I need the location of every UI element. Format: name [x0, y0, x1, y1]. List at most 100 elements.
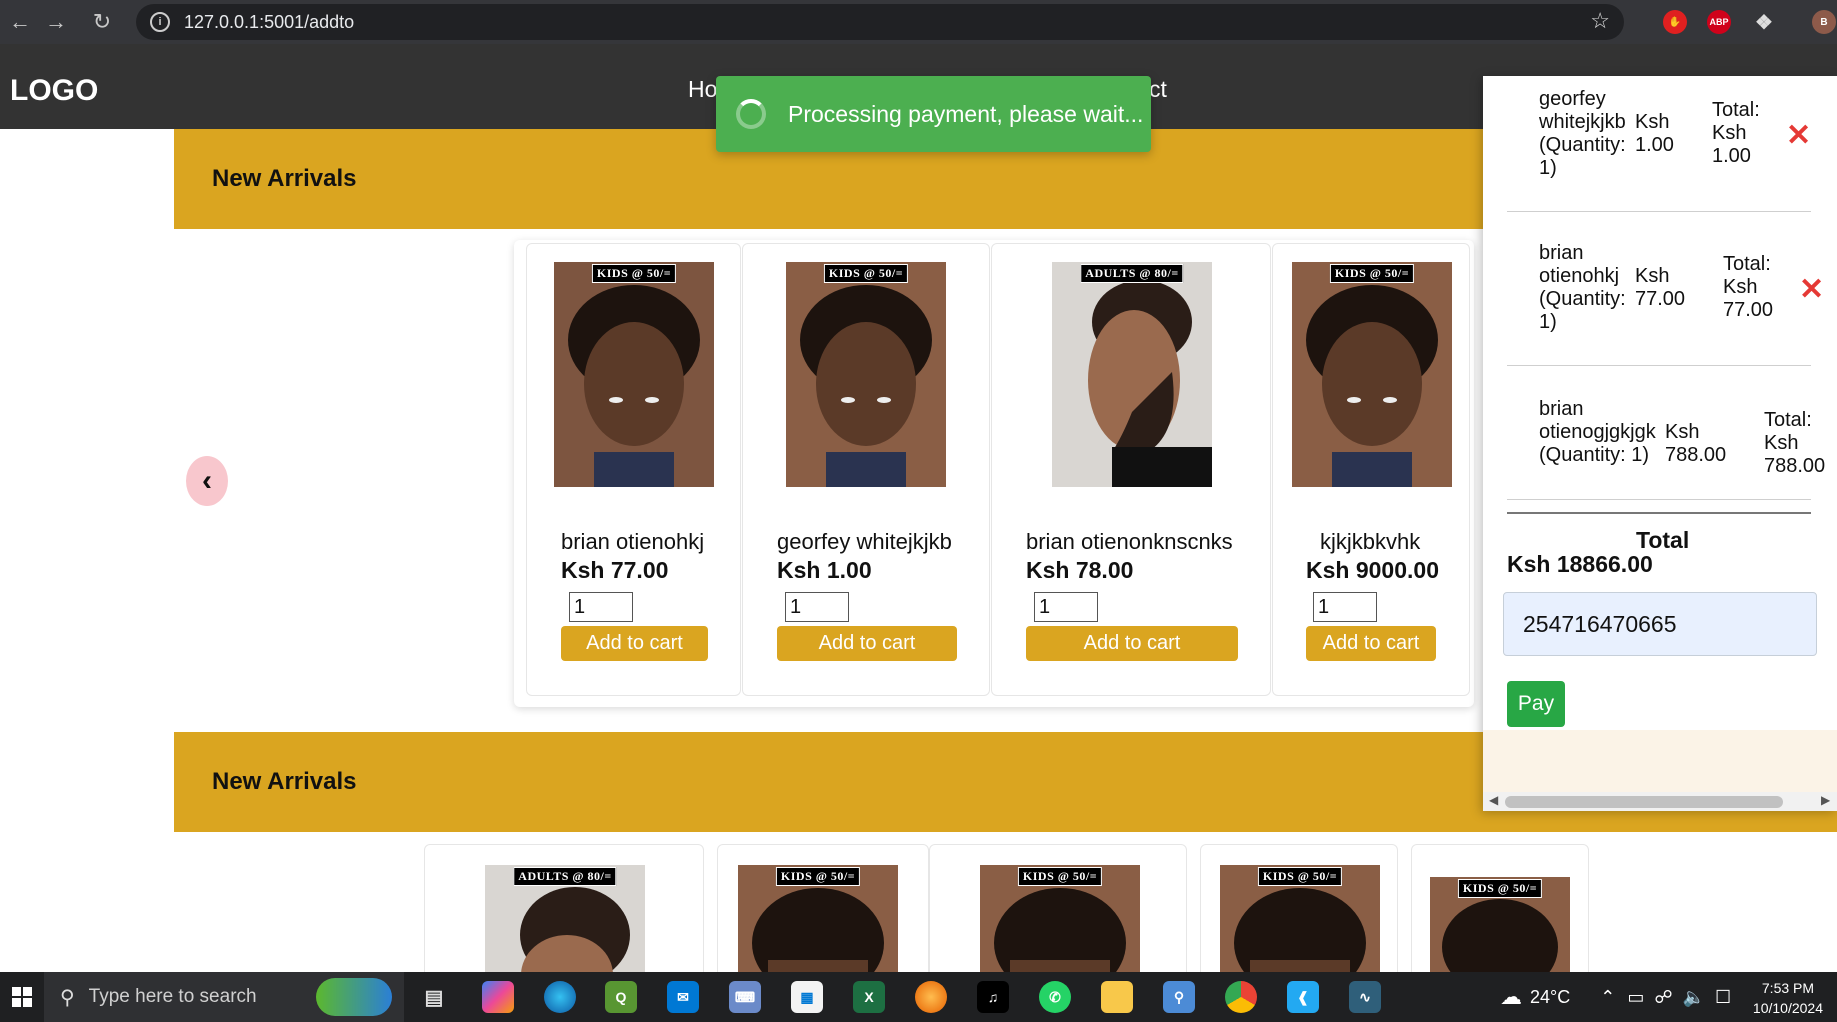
cart-item: brian otienohkj (Quantity: 1) Ksh 77.00 … — [1507, 230, 1824, 366]
extension-hand-icon[interactable]: ✋ — [1663, 10, 1687, 34]
product-row-2: ADULTS @ 80/= KIDS @ 50/= KIDS @ 50/= KI… — [424, 844, 1594, 972]
product-image: KIDS @ 50/= — [786, 262, 946, 487]
vscode-icon[interactable]: ❰ — [1287, 981, 1319, 1013]
whatsapp-icon[interactable]: ✆ — [1039, 981, 1071, 1013]
windows-taskbar: ⚲ Type here to search ▤ Q ✉ ⌨ ▦ X ♫ ✆ ⚲ … — [0, 972, 1837, 1022]
cart-item-price: Ksh 77.00 — [1635, 265, 1686, 310]
scroll-left-icon[interactable]: ◀ — [1489, 793, 1498, 807]
pay-button[interactable]: Pay — [1507, 681, 1565, 727]
weather-temp[interactable]: 24°C — [1530, 987, 1570, 1008]
cart-horizontal-scrollbar[interactable]: ◀ ▶ — [1483, 792, 1837, 811]
cart-item-price: Ksh 788.00 — [1665, 421, 1727, 466]
back-icon[interactable]: ← — [0, 2, 40, 42]
file-explorer-icon[interactable] — [1101, 981, 1133, 1013]
cart-item-total: Total: Ksh 1.00 — [1712, 99, 1760, 167]
windows-start-icon[interactable] — [0, 972, 44, 1022]
system-clock[interactable]: 7:53 PM 10/10/2024 — [1753, 978, 1823, 1018]
nav-link-contact[interactable]: ct — [1149, 76, 1167, 103]
clock-time: 7:53 PM — [1761, 980, 1815, 996]
notification-icon[interactable]: ☐ — [1715, 987, 1731, 1008]
extensions-puzzle-icon[interactable]: ❖ — [1752, 10, 1776, 34]
qgis-icon[interactable]: Q — [605, 981, 637, 1013]
product-image: ADULTS @ 80/= — [1052, 262, 1212, 487]
url-text[interactable]: 127.0.0.1:5001/addto — [184, 12, 354, 33]
firefox-icon[interactable] — [915, 981, 947, 1013]
system-tray: ☁ 24°C ⌃ ▭ ☍ 🔈 ☐ — [1500, 972, 1731, 1022]
product-tag: KIDS @ 50/= — [591, 264, 677, 283]
product-image: KIDS @ 50/= — [1430, 877, 1570, 972]
tiktok-icon[interactable]: ♫ — [977, 981, 1009, 1013]
bookmark-star-icon[interactable]: ☆ — [1590, 8, 1610, 34]
product-card: KIDS @ 50/= kjkjkbkvhk Ksh 9000.00 1 Add… — [1272, 243, 1470, 696]
address-bar[interactable]: i 127.0.0.1:5001/addto ☆ — [136, 4, 1624, 40]
loading-spinner-icon — [736, 99, 766, 129]
search-placeholder[interactable]: Type here to search — [89, 986, 257, 1008]
adblock-icon[interactable]: ABP — [1707, 10, 1731, 34]
product-card: KIDS @ 50/= georfey whitejkjkb Ksh 1.00 … — [742, 243, 990, 696]
product-price: Ksh 77.00 — [561, 557, 669, 583]
product-card: KIDS @ 50/= brian otienohkj Ksh 77.00 1 … — [526, 243, 741, 696]
mysql-workbench-icon[interactable]: ∿ — [1349, 981, 1381, 1013]
toast-message: Processing payment, please wait... — [788, 100, 1144, 127]
product-card: ADULTS @ 80/= brian otienonknscnks Ksh 7… — [991, 243, 1271, 696]
keyboard-app-icon[interactable]: ⌨ — [729, 981, 761, 1013]
cart-total-amount: Ksh 18866.00 — [1507, 551, 1653, 577]
maps-app-icon[interactable]: ⚲ — [1163, 981, 1195, 1013]
product-tag: KIDS @ 50/= — [1257, 867, 1343, 886]
weather-icon[interactable]: ☁ — [1500, 984, 1522, 1010]
site-logo[interactable]: LOGO — [10, 74, 98, 108]
volume-icon[interactable]: 🔈 — [1683, 987, 1705, 1008]
phone-number-input[interactable]: 254716470665 — [1503, 592, 1817, 656]
excel-icon[interactable]: X — [853, 981, 885, 1013]
cart-item-total: Total: Ksh 788.00 — [1764, 409, 1826, 477]
site-info-icon[interactable]: i — [150, 12, 170, 32]
quantity-input[interactable]: 1 — [785, 592, 849, 622]
remove-item-icon[interactable]: ✕ — [1786, 118, 1811, 153]
scrollbar-thumb[interactable] — [1505, 796, 1783, 808]
product-price: Ksh 9000.00 — [1306, 557, 1439, 583]
network-icon[interactable]: ☍ — [1654, 987, 1672, 1008]
chevron-up-icon[interactable]: ⌃ — [1600, 987, 1615, 1008]
cart-item: brian otienogjgkjgk (Quantity: 1) Ksh 78… — [1507, 386, 1825, 500]
remove-item-icon[interactable]: ✕ — [1799, 272, 1824, 307]
reload-icon[interactable]: ↻ — [82, 2, 122, 42]
section-title: New Arrivals — [212, 768, 357, 795]
product-tag: KIDS @ 50/= — [775, 867, 861, 886]
quantity-input[interactable]: 1 — [569, 592, 633, 622]
product-carousel: KIDS @ 50/= brian otienohkj Ksh 77.00 1 … — [514, 240, 1474, 707]
cart-item: georfey whitejkjkb (Quantity: 1) Ksh 1.0… — [1507, 76, 1811, 212]
payment-processing-toast: Processing payment, please wait... — [716, 76, 1151, 152]
product-image: ADULTS @ 80/= — [485, 865, 645, 972]
chevron-left-icon: ‹ — [202, 464, 212, 497]
product-tag: KIDS @ 50/= — [823, 264, 909, 283]
forward-icon[interactable]: → — [36, 2, 76, 42]
task-view-icon[interactable]: ▤ — [418, 981, 450, 1013]
nav-link-home[interactable]: Ho — [688, 76, 717, 103]
product-name: brian otienohkj — [561, 529, 705, 554]
microsoft-store-icon[interactable]: ▦ — [791, 981, 823, 1013]
add-to-cart-button[interactable]: Add to cart — [561, 626, 708, 661]
cart-item-name: brian otienohkj (Quantity: 1) — [1539, 242, 1626, 333]
total-divider — [1507, 512, 1811, 514]
edge-icon[interactable] — [544, 981, 576, 1013]
product-tag: KIDS @ 50/= — [1457, 879, 1543, 898]
product-tag: KIDS @ 50/= — [1329, 264, 1415, 283]
product-image: KIDS @ 50/= — [738, 865, 898, 972]
carousel-prev-button[interactable]: ‹ — [186, 456, 228, 506]
cart-panel: georfey whitejkjkb (Quantity: 1) Ksh 1.0… — [1483, 76, 1837, 811]
profile-avatar[interactable]: B — [1812, 10, 1836, 34]
add-to-cart-button[interactable]: Add to cart — [777, 626, 957, 661]
mail-icon[interactable]: ✉ — [667, 981, 699, 1013]
add-to-cart-button[interactable]: Add to cart — [1306, 626, 1436, 661]
chrome-icon[interactable] — [1225, 981, 1257, 1013]
taskbar-search[interactable]: ⚲ Type here to search — [44, 972, 404, 1022]
cart-item-total: Total: Ksh 77.00 — [1723, 253, 1774, 321]
quantity-input[interactable]: 1 — [1034, 592, 1098, 622]
scroll-right-icon[interactable]: ▶ — [1821, 793, 1830, 807]
copilot-icon[interactable] — [482, 981, 514, 1013]
product-card: KIDS @ 50/= — [929, 844, 1187, 972]
battery-icon[interactable]: ▭ — [1627, 987, 1644, 1008]
product-price: Ksh 78.00 — [1026, 557, 1134, 583]
add-to-cart-button[interactable]: Add to cart — [1026, 626, 1238, 661]
quantity-input[interactable]: 1 — [1313, 592, 1377, 622]
